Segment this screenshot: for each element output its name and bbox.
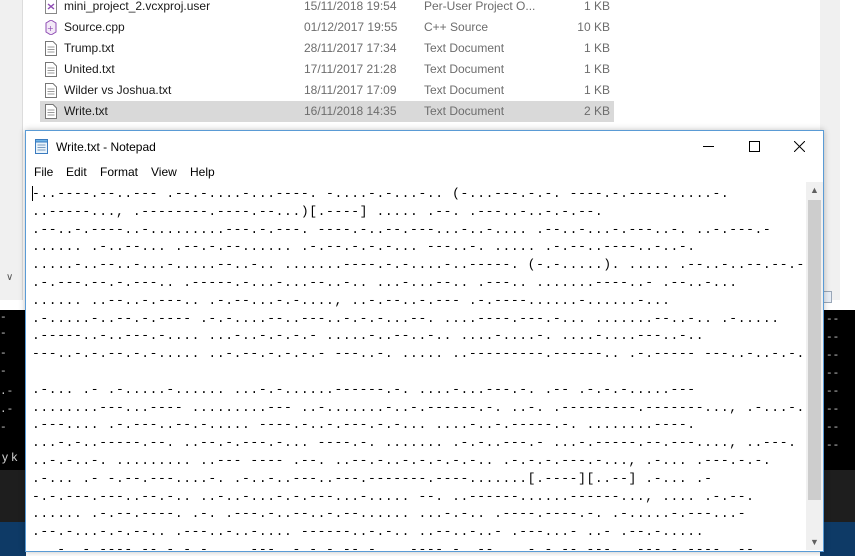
console-glyph: -- — [826, 332, 840, 344]
svg-text:+: + — [47, 24, 54, 33]
navigation-pane: ∨ — [0, 0, 23, 300]
text-file-icon — [45, 104, 57, 119]
file-row[interactable]: mini_project_2.vcxproj.user 15/11/2018 19… — [40, 0, 614, 17]
console-glyph: .- — [0, 386, 14, 398]
text-file-icon — [45, 83, 57, 98]
scroll-down-icon[interactable]: ▼ — [810, 537, 819, 547]
file-type: Text Document — [424, 62, 505, 76]
vertical-scrollbar[interactable]: ▲ ▼ — [806, 182, 823, 550]
close-icon — [794, 141, 805, 152]
text-caret — [32, 186, 33, 201]
console-glyph: -- — [826, 422, 840, 434]
console-glyph: -- — [826, 440, 840, 452]
file-size: 1 KB — [583, 83, 610, 97]
console-glyph: -- — [826, 314, 840, 326]
maximize-button[interactable] — [732, 131, 778, 162]
file-size: 1 KB — [583, 0, 610, 13]
file-size: 1 KB — [583, 62, 610, 76]
console-glyph: -- — [826, 368, 840, 380]
ide-panel — [0, 470, 26, 556]
scrollbar-thumb[interactable] — [808, 200, 821, 500]
console-window: - - - - .- .- - y k — [0, 310, 26, 470]
file-type: C++ Source — [424, 20, 489, 34]
title-bar[interactable]: Write.txt - Notepad — [26, 131, 823, 162]
file-name: Trump.txt — [64, 41, 115, 55]
file-type: Text Document — [424, 104, 505, 118]
file-date: 01/12/2017 19:55 — [304, 20, 398, 34]
file-row[interactable]: United.txt 17/11/2017 21:28 Text Document 1… — [40, 59, 614, 80]
file-date: 15/11/2018 19:54 — [304, 0, 397, 13]
document-text[interactable]: -..----.--..--- .--.-....-...----. -....… — [26, 182, 806, 550]
file-type: Per-User Project O... — [424, 0, 536, 13]
file-row[interactable]: Wilder vs Joshua.txt 18/11/2017 17:09 Text… — [40, 80, 614, 101]
file-name: United.txt — [64, 62, 115, 76]
file-type: Text Document — [424, 41, 505, 55]
file-size: 10 KB — [577, 20, 610, 34]
menu-edit[interactable]: Edit — [66, 165, 87, 179]
menu-bar: File Edit Format View Help — [26, 162, 823, 182]
menu-format[interactable]: Format — [100, 165, 138, 179]
maximize-icon — [749, 141, 760, 152]
menu-help[interactable]: Help — [190, 165, 215, 179]
notepad-icon — [35, 139, 48, 154]
window-title: Write.txt - Notepad — [56, 140, 156, 154]
file-row[interactable]: Trump.txt 28/11/2017 17:34 Text Document 1 … — [40, 38, 614, 59]
ide-panel — [820, 470, 855, 556]
cpp-file-icon: + — [45, 19, 57, 36]
file-row[interactable]: + Source.cpp 01/12/2017 19:55 C++ Source 10 … — [40, 17, 614, 38]
chevron-down-icon[interactable]: ∨ — [6, 272, 13, 283]
minimize-button[interactable] — [686, 131, 732, 162]
console-glyph: -- — [826, 404, 840, 416]
console-text: y k — [2, 450, 18, 464]
text-file-icon — [45, 41, 57, 56]
text-file-icon — [45, 62, 57, 77]
ide-statusbar — [0, 522, 26, 556]
console-window-right: -- -- -- -- -- -- -- -- — [820, 310, 855, 556]
console-glyph: -- — [826, 386, 840, 398]
vcxproj-user-icon — [45, 0, 57, 14]
menu-file[interactable]: File — [34, 165, 53, 179]
console-glyph: - — [0, 422, 7, 434]
file-row[interactable]: Write.txt 16/11/2018 14:35 Text Document 2 … — [40, 101, 614, 122]
file-date: 28/11/2017 17:34 — [304, 41, 397, 55]
file-date: 17/11/2017 21:28 — [304, 62, 397, 76]
text-editor[interactable]: -..----.--..--- .--.-....-...----. -....… — [26, 182, 806, 550]
scroll-up-icon[interactable]: ▲ — [810, 185, 819, 195]
close-button[interactable] — [777, 131, 823, 162]
file-name: Write.txt — [64, 104, 108, 118]
file-size: 2 KB — [583, 104, 610, 118]
file-size: 1 KB — [583, 41, 610, 55]
minimize-icon — [703, 146, 714, 147]
console-glyph: - — [0, 312, 7, 324]
console-glyph: -- — [826, 350, 840, 362]
file-date: 16/11/2018 14:35 — [304, 104, 397, 118]
file-name: Wilder vs Joshua.txt — [64, 83, 172, 97]
console-glyph: - — [0, 366, 7, 378]
notepad-window[interactable]: Write.txt - Notepad File Edit Format Vie… — [25, 130, 824, 552]
file-date: 18/11/2017 17:09 — [304, 83, 397, 97]
menu-view[interactable]: View — [151, 165, 177, 179]
file-name: mini_project_2.vcxproj.user — [64, 0, 211, 13]
console-glyph: - — [0, 328, 7, 340]
file-name: Source.cpp — [64, 20, 125, 34]
console-glyph: .- — [0, 404, 14, 416]
console-glyph: - — [0, 348, 7, 360]
ide-statusbar — [820, 522, 855, 556]
file-type: Text Document — [424, 83, 505, 97]
